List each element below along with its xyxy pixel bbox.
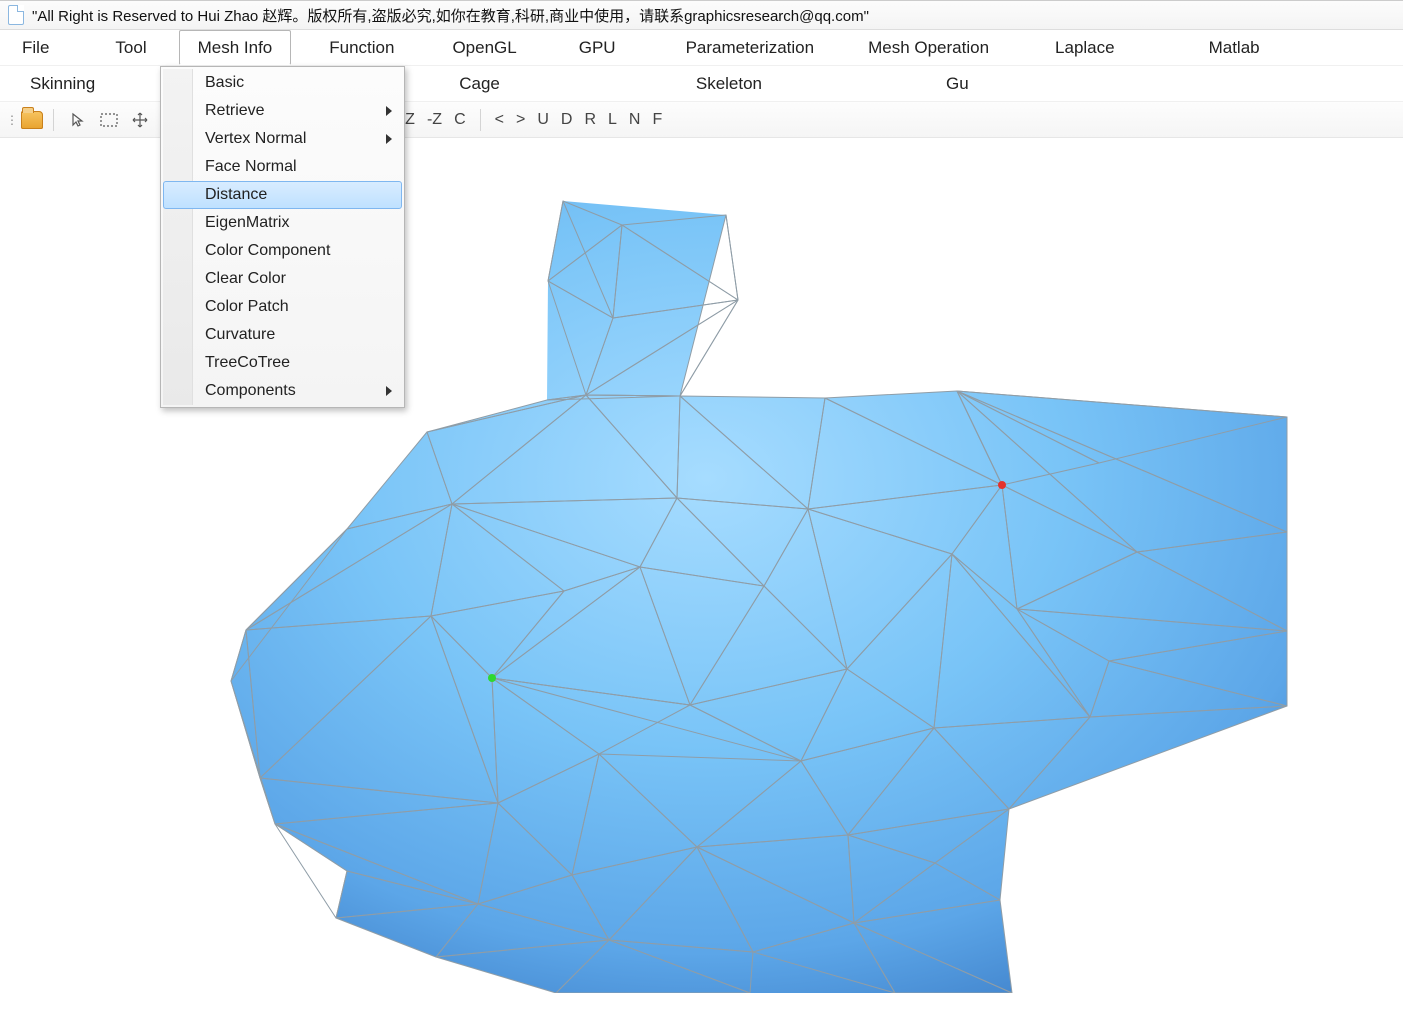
menuitem-label: Distance xyxy=(205,186,267,204)
menuitem-label: Color Patch xyxy=(205,298,289,316)
move-icon[interactable] xyxy=(126,110,154,130)
menuitem-components[interactable]: Components xyxy=(163,377,402,405)
menuitem-label: TreeCoTree xyxy=(205,354,290,372)
open-folder-icon[interactable] xyxy=(21,111,43,129)
toolbar-btn-z[interactable]: -Z xyxy=(421,109,448,131)
toolbar-btn-u[interactable]: U xyxy=(531,109,555,131)
toolbar-btn-l[interactable]: L xyxy=(602,109,623,131)
title-bar: "All Right is Reserved to Hui Zhao 赵辉。版权… xyxy=(0,0,1403,30)
menu-file[interactable]: File xyxy=(4,30,67,65)
menuitem-label: Face Normal xyxy=(205,158,297,176)
toolbar-btn-d[interactable]: D xyxy=(555,109,579,131)
mesh-info-menu: Basic Retrieve Vertex Normal Face Normal Dis… xyxy=(160,66,405,408)
document-icon xyxy=(8,5,24,25)
menu-opengl[interactable]: OpenGL xyxy=(434,30,534,65)
submenu-skinning[interactable]: Skinning xyxy=(12,66,113,101)
menuitem-distance[interactable]: Distance xyxy=(163,181,402,209)
toolbar-btn-c[interactable]: C xyxy=(448,109,472,131)
menuitem-retrieve[interactable]: Retrieve xyxy=(163,97,402,125)
menuitem-vertex-normal[interactable]: Vertex Normal xyxy=(163,125,402,153)
submenu-gu[interactable]: Gu xyxy=(928,66,987,101)
menuitem-color-patch[interactable]: Color Patch xyxy=(163,293,402,321)
menuitem-treecotree[interactable]: TreeCoTree xyxy=(163,349,402,377)
menuitem-clear-color[interactable]: Clear Color xyxy=(163,265,402,293)
menubar: File Tool Mesh Info Function OpenGL GPU Parame… xyxy=(0,30,1403,66)
menuitem-face-normal[interactable]: Face Normal xyxy=(163,153,402,181)
menu-tool[interactable]: Tool xyxy=(97,30,164,65)
submenu-arrow-icon xyxy=(386,106,392,116)
toolbar-separator xyxy=(480,109,481,131)
menuitem-label: Vertex Normal xyxy=(205,130,306,148)
menuitem-basic[interactable]: Basic xyxy=(163,69,402,97)
menuitem-label: Basic xyxy=(205,74,244,92)
menu-matlab[interactable]: Matlab xyxy=(1191,30,1278,65)
menu-mesh-operation[interactable]: Mesh Operation xyxy=(850,30,1007,65)
toolbar-btn-n[interactable]: N xyxy=(623,109,647,131)
menuitem-color-component[interactable]: Color Component xyxy=(163,237,402,265)
menuitem-label: Components xyxy=(205,382,296,400)
menuitem-label: Retrieve xyxy=(205,102,265,120)
menu-parameterization[interactable]: Parameterization xyxy=(668,30,833,65)
toolbar-separator xyxy=(53,109,54,131)
submenu-arrow-icon xyxy=(386,386,392,396)
menu-laplace[interactable]: Laplace xyxy=(1037,30,1133,65)
toolbar-btn-[interactable]: < xyxy=(489,109,510,131)
menuitem-eigenmatrix[interactable]: EigenMatrix xyxy=(163,209,402,237)
menuitem-label: Clear Color xyxy=(205,270,286,288)
menu-gpu[interactable]: GPU xyxy=(561,30,634,65)
cursor-icon[interactable] xyxy=(64,110,92,130)
marquee-select-icon[interactable] xyxy=(94,111,124,129)
menuitem-curvature[interactable]: Curvature xyxy=(163,321,402,349)
toolbar-btn-r[interactable]: R xyxy=(578,109,602,131)
toolbar-btn-[interactable]: > xyxy=(510,109,531,131)
toolbar-btn-f[interactable]: F xyxy=(646,109,668,131)
menuitem-label: Curvature xyxy=(205,326,275,344)
submenu-skeleton[interactable]: Skeleton xyxy=(678,66,780,101)
window-title: "All Right is Reserved to Hui Zhao 赵辉。版权… xyxy=(32,5,869,26)
menuitem-label: EigenMatrix xyxy=(205,214,289,232)
submenu-cage[interactable]: Cage xyxy=(441,66,518,101)
toolbar-grip-icon: ⋮ xyxy=(6,113,17,127)
menu-mesh-info[interactable]: Mesh Info xyxy=(179,30,292,65)
menu-function[interactable]: Function xyxy=(311,30,412,65)
submenu-arrow-icon xyxy=(386,134,392,144)
menuitem-label: Color Component xyxy=(205,242,330,260)
